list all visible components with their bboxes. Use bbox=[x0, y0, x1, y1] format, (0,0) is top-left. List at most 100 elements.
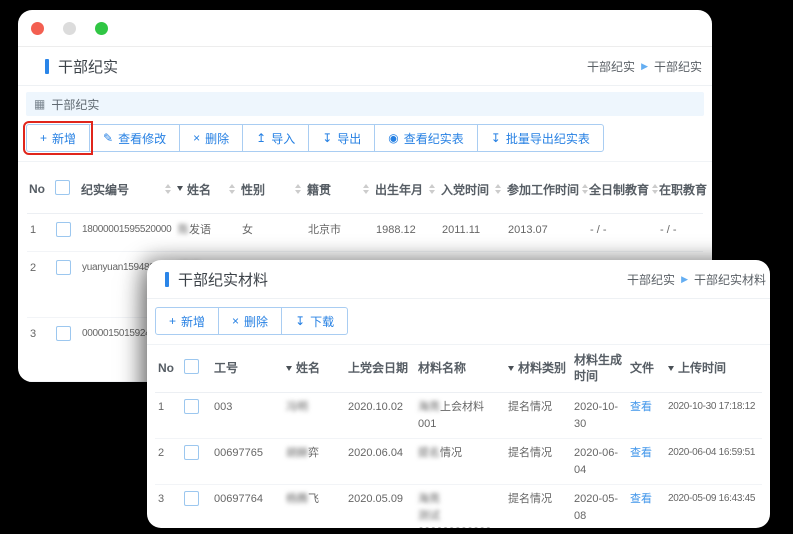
breadcrumb-item[interactable]: 干部纪实 bbox=[654, 58, 702, 75]
breadcrumb-item[interactable]: 干部纪实 bbox=[627, 271, 675, 288]
row-checkbox[interactable] bbox=[184, 445, 199, 460]
toolbar-button-label: 删除 bbox=[244, 313, 268, 330]
cell-text: 2020.10.02 bbox=[348, 401, 403, 413]
column-select-all bbox=[53, 165, 79, 214]
column-label: 工号 bbox=[214, 361, 238, 377]
breadcrumb-item[interactable]: 干部纪实 bbox=[587, 58, 635, 75]
filter-icon[interactable] bbox=[286, 366, 292, 374]
cell: 查看 bbox=[627, 485, 665, 528]
select-all-checkbox[interactable] bbox=[184, 359, 199, 374]
breadcrumb-arrow-icon: ▶ bbox=[681, 274, 688, 285]
column-header[interactable]: 性别 bbox=[239, 165, 305, 214]
table-row: 118000001595520000陈发语女北京市1988.122011.112… bbox=[27, 214, 703, 252]
cell-text: - / - bbox=[590, 224, 607, 236]
column-header[interactable]: 全日制教育 bbox=[587, 165, 657, 214]
cell-text: 提名情况 bbox=[508, 493, 552, 505]
toolbar-button-x[interactable]: ×删除 bbox=[179, 124, 243, 152]
view-link[interactable]: 查看 bbox=[630, 447, 652, 459]
cell-text: 18000001595520000 bbox=[82, 224, 171, 235]
export-icon: ↧ bbox=[491, 132, 501, 144]
cell: 2 bbox=[155, 439, 181, 485]
cell-text: 2020-06-04 16:59:51 bbox=[668, 447, 755, 458]
row-checkbox[interactable] bbox=[184, 399, 199, 414]
column-header[interactable]: 姓名 bbox=[175, 165, 239, 214]
cell: 2020.10.02 bbox=[345, 393, 415, 439]
row-checkbox[interactable] bbox=[184, 491, 199, 506]
table-row: 1003冯明2020.10.02海亮上会材料001提名情况2020-10-30查… bbox=[155, 393, 762, 439]
eye-icon: ◉ bbox=[388, 132, 398, 144]
materials-table: No工号姓名上党会日期材料名称材料类别材料生成时间文件上传时间1003冯明202… bbox=[155, 345, 762, 528]
cell: 2020.06.04 bbox=[345, 439, 415, 485]
column-header: 在职教育 bbox=[657, 165, 703, 214]
toolbar-button-x[interactable]: ×删除 bbox=[218, 307, 282, 335]
window-titlebar bbox=[18, 10, 712, 47]
toolbar-button-export[interactable]: ↧批量导出纪实表 bbox=[477, 124, 604, 152]
breadcrumb-item[interactable]: 干部纪实材料 bbox=[694, 271, 766, 288]
toolbar-button-plus[interactable]: +新增 bbox=[155, 307, 219, 335]
cell: 提名情况 bbox=[415, 439, 505, 485]
close-button[interactable] bbox=[31, 22, 44, 35]
toolbar-button-eye[interactable]: ◉查看纪实表 bbox=[374, 124, 478, 152]
toolbar-button-download[interactable]: ↧下载 bbox=[281, 307, 348, 335]
cell-text: 情况 bbox=[440, 447, 462, 459]
front-window: 干部纪实材料 干部纪实▶干部纪实材料 +新增×删除↧下载 No工号姓名上党会日期… bbox=[147, 260, 770, 528]
toolbar-button-export[interactable]: ↧导出 bbox=[308, 124, 375, 152]
sort-icon[interactable] bbox=[165, 184, 173, 194]
view-link[interactable]: 查看 bbox=[630, 493, 652, 505]
cell-text: 3 bbox=[30, 328, 36, 340]
toolbar: +新增✎查看修改×删除↥导入↧导出◉查看纪实表↧批量导出纪实表 bbox=[18, 116, 712, 162]
row-checkbox[interactable] bbox=[56, 260, 71, 275]
toolbar-button-plus[interactable]: +新增 bbox=[26, 124, 90, 152]
cell: 海亮测试333333333333 bbox=[415, 485, 505, 528]
column-header[interactable]: 出生年月 bbox=[373, 165, 439, 214]
cell: 2020-06-04 16:59:51 bbox=[665, 439, 762, 485]
filter-icon[interactable] bbox=[668, 366, 674, 374]
cell-text: 00697764 bbox=[214, 493, 263, 505]
minimize-button[interactable] bbox=[63, 22, 76, 35]
column-header[interactable]: 纪实编号 bbox=[79, 165, 175, 214]
cell: - / - bbox=[587, 214, 657, 252]
cell: 2020-10-30 17:18:12 bbox=[665, 393, 762, 439]
maximize-button[interactable] bbox=[95, 22, 108, 35]
toolbar-button-label: 查看修改 bbox=[118, 130, 166, 147]
column-label: No bbox=[29, 182, 45, 196]
column-header: No bbox=[27, 165, 53, 214]
page-title-wrap: 干部纪实材料 bbox=[165, 269, 268, 290]
plus-icon: + bbox=[40, 132, 47, 144]
filter-icon[interactable] bbox=[508, 366, 514, 374]
view-link[interactable]: 查看 bbox=[630, 401, 652, 413]
sort-icon[interactable] bbox=[229, 184, 237, 194]
cell: 4 bbox=[27, 382, 53, 383]
page-header: 干部纪实 干部纪实▶干部纪实 bbox=[18, 47, 712, 86]
toolbar-button-edit[interactable]: ✎查看修改 bbox=[89, 124, 180, 152]
cell: 提名情况 bbox=[505, 439, 571, 485]
column-header[interactable]: 入党时间 bbox=[439, 165, 505, 214]
cell-text: 胡赫 bbox=[286, 447, 308, 459]
row-checkbox[interactable] bbox=[56, 326, 71, 341]
column-header[interactable]: 籍贯 bbox=[305, 165, 373, 214]
column-header: 材料生成时间 bbox=[571, 345, 627, 393]
cell: 00697765 bbox=[211, 439, 283, 485]
sort-icon[interactable] bbox=[429, 184, 437, 194]
sort-icon[interactable] bbox=[295, 184, 303, 194]
column-header: 材料类别 bbox=[505, 345, 571, 393]
column-header[interactable]: 参加工作时间 bbox=[505, 165, 587, 214]
cell-text: 弈 bbox=[308, 447, 319, 459]
table-row: 300697764杨腾飞2020.05.09海亮测试333333333333提名… bbox=[155, 485, 762, 528]
cell-text: 2013.07 bbox=[508, 224, 548, 236]
column-label: No bbox=[158, 361, 174, 377]
column-label: 材料类别 bbox=[518, 361, 566, 377]
header-row: No工号姓名上党会日期材料名称材料类别材料生成时间文件上传时间 bbox=[155, 345, 762, 393]
cell-text: 发语 bbox=[189, 224, 211, 236]
cell-text: 2020.06.04 bbox=[348, 447, 403, 459]
toolbar-button-import[interactable]: ↥导入 bbox=[242, 124, 309, 152]
row-checkbox[interactable] bbox=[56, 222, 71, 237]
cell: 2020.05.09 bbox=[345, 485, 415, 528]
filter-icon[interactable] bbox=[177, 186, 183, 194]
sort-icon[interactable] bbox=[363, 184, 371, 194]
column-label: 出生年月 bbox=[375, 181, 423, 198]
select-all-checkbox[interactable] bbox=[55, 180, 70, 195]
cell-text: 冯明 bbox=[286, 401, 308, 413]
sort-icon[interactable] bbox=[495, 184, 503, 194]
cell: - / - bbox=[657, 214, 703, 252]
